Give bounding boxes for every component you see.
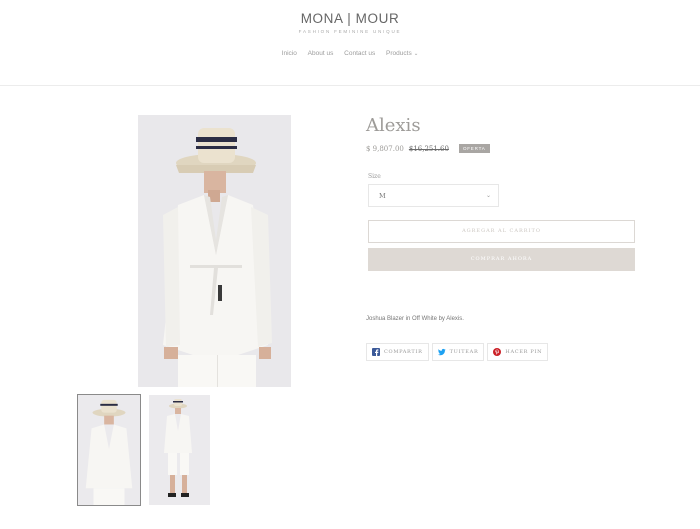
header-divider — [0, 85, 700, 86]
product-main-image[interactable] — [138, 115, 291, 387]
product-thumbnail-2[interactable] — [149, 395, 210, 505]
nav-item-contact[interactable]: Contact us — [344, 50, 375, 57]
chevron-down-icon: ⌄ — [485, 192, 491, 199]
product-title: Alexis — [366, 115, 421, 136]
share-facebook-label: COMPARTIR — [384, 349, 423, 355]
pinterest-icon — [493, 348, 502, 356]
logo-tagline: FASHION FEMININE UNIQUE — [298, 29, 402, 34]
sale-price: $ 9,807.00 — [366, 144, 404, 153]
chevron-down-icon: ⌄ — [413, 51, 419, 57]
size-select-value: M — [379, 192, 386, 200]
share-pinterest-label: HACER PIN — [505, 349, 543, 355]
buy-now-button[interactable]: COMPRAR AHORA — [368, 248, 635, 271]
product-thumbnail-1[interactable] — [77, 394, 141, 506]
site-logo[interactable]: MONA | MOUR FASHION FEMININE UNIQUE — [0, 11, 700, 34]
main-nav: Inicio About us Contact us Products ⌄ — [0, 50, 700, 57]
share-twitter-button[interactable]: TUITEAR — [431, 343, 485, 361]
share-pinterest-button[interactable]: HACER PIN — [487, 343, 549, 361]
facebook-icon — [372, 348, 380, 356]
nav-item-inicio[interactable]: Inicio — [282, 50, 297, 57]
product-description: Joshua Blazer in Off White by Alexis. — [366, 316, 464, 322]
twitter-icon — [437, 348, 446, 356]
share-buttons: COMPARTIR TUITEAR HACER PIN — [366, 343, 549, 361]
compare-price: $16,251.60 — [408, 144, 449, 153]
add-to-cart-button[interactable]: AGREGAR AL CARRITO — [368, 220, 635, 243]
sale-badge: OFERTA — [458, 144, 490, 153]
size-select[interactable]: M ⌄ — [368, 184, 499, 207]
nav-item-about[interactable]: About us — [308, 50, 334, 57]
share-facebook-button[interactable]: COMPARTIR — [366, 343, 429, 361]
nav-item-products[interactable]: Products ⌄ — [386, 50, 418, 57]
size-label: Size — [368, 173, 381, 180]
logo-wordmark: MONA | MOUR — [300, 11, 400, 26]
share-twitter-label: TUITEAR — [449, 349, 479, 355]
nav-item-products-label: Products — [386, 50, 412, 57]
price-row: $ 9,807.00 $16,251.60 OFERTA — [366, 144, 490, 153]
